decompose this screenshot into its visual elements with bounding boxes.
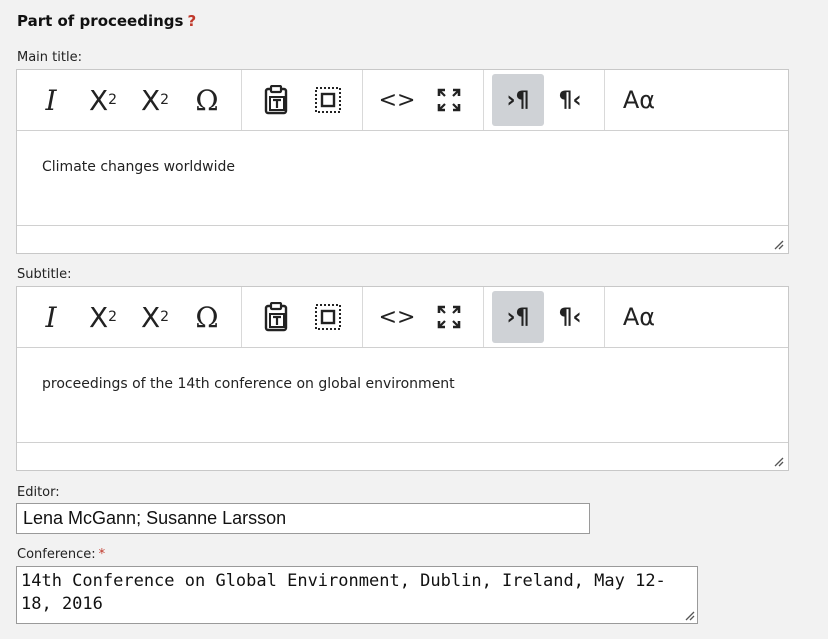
font-button[interactable]: Aα	[613, 74, 665, 126]
select-all-button[interactable]	[302, 291, 354, 343]
rtl-button[interactable]: ¶‹	[544, 74, 596, 126]
toolbar-group-direction: ›¶ ¶‹	[484, 70, 605, 130]
editor-input[interactable]: Lena McGann; Susanne Larsson	[16, 503, 590, 534]
toolbar-group-clipboard	[242, 287, 363, 347]
subtitle-content[interactable]: proceedings of the 14th conference on gl…	[17, 348, 788, 443]
subscript-button[interactable]: X2	[77, 291, 129, 343]
toolbar-group-tools: <>	[363, 70, 484, 130]
editor-toolbar: I X2 X2 Ω <> ›¶ ¶‹ Aα	[17, 287, 788, 348]
special-character-button[interactable]: Ω	[181, 74, 233, 126]
source-button[interactable]: <>	[371, 74, 423, 126]
conference-textarea[interactable]: 14th Conference on Global Environment, D…	[16, 566, 698, 624]
toolbar-group-tools: <>	[363, 287, 484, 347]
subtitle-label: Subtitle:	[17, 267, 72, 282]
conference-label-text: Conference:	[17, 547, 96, 562]
required-marker: *	[98, 547, 106, 562]
source-button[interactable]: <>	[371, 291, 423, 343]
select-all-button[interactable]	[302, 74, 354, 126]
section-title-text: Part of proceedings	[17, 12, 184, 30]
special-character-button[interactable]: Ω	[181, 291, 233, 343]
italic-button[interactable]: I	[25, 74, 77, 126]
section-title: Part of proceedings?	[17, 12, 196, 30]
superscript-script: 2	[160, 309, 170, 325]
editor-toolbar: I X2 X2 Ω <> ›¶ ¶‹ Aα	[17, 70, 788, 131]
select-all-icon	[315, 304, 341, 330]
maximize-button[interactable]	[423, 291, 475, 343]
conference-label: Conference: *	[17, 547, 105, 562]
superscript-script: 2	[160, 92, 170, 108]
main-title-label: Main title:	[17, 50, 82, 65]
editor-statusbar	[17, 443, 788, 470]
superscript-base: X	[140, 300, 161, 334]
toolbar-group-font: Aα	[605, 287, 673, 347]
subscript-base: X	[88, 300, 109, 334]
paste-text-icon	[264, 302, 288, 332]
italic-button[interactable]: I	[25, 291, 77, 343]
paste-text-button[interactable]	[250, 291, 302, 343]
ltr-button[interactable]: ›¶	[492, 74, 544, 126]
superscript-button[interactable]: X2	[129, 74, 181, 126]
maximize-button[interactable]	[423, 74, 475, 126]
subscript-button[interactable]: X2	[77, 74, 129, 126]
subscript-script: 2	[108, 92, 118, 108]
paste-text-button[interactable]	[250, 74, 302, 126]
main-title-content[interactable]: Climate changes worldwide	[17, 131, 788, 226]
paste-text-icon	[264, 85, 288, 115]
help-icon[interactable]: ?	[187, 12, 196, 30]
toolbar-group-format: I X2 X2 Ω	[17, 287, 242, 347]
main-title-editor: I X2 X2 Ω <> ›¶ ¶‹ Aα Climate changes wo…	[16, 69, 789, 254]
superscript-base: X	[140, 83, 161, 117]
toolbar-group-font: Aα	[605, 70, 673, 130]
editor-label: Editor:	[17, 485, 60, 500]
subtitle-editor: I X2 X2 Ω <> ›¶ ¶‹ Aα proceedings of the…	[16, 286, 789, 471]
form-page: Part of proceedings? Main title: I X2 X2…	[0, 0, 828, 639]
font-button[interactable]: Aα	[613, 291, 665, 343]
resize-grip-icon[interactable]	[773, 456, 784, 467]
toolbar-group-clipboard	[242, 70, 363, 130]
maximize-icon	[437, 305, 461, 329]
ltr-button[interactable]: ›¶	[492, 291, 544, 343]
rtl-button[interactable]: ¶‹	[544, 291, 596, 343]
select-all-icon	[315, 87, 341, 113]
toolbar-group-format: I X2 X2 Ω	[17, 70, 242, 130]
resize-grip-icon[interactable]	[773, 239, 784, 250]
superscript-button[interactable]: X2	[129, 291, 181, 343]
editor-statusbar	[17, 226, 788, 253]
maximize-icon	[437, 88, 461, 112]
toolbar-group-direction: ›¶ ¶‹	[484, 287, 605, 347]
resize-grip-icon[interactable]	[684, 610, 695, 621]
subscript-script: 2	[108, 309, 118, 325]
subscript-base: X	[88, 83, 109, 117]
